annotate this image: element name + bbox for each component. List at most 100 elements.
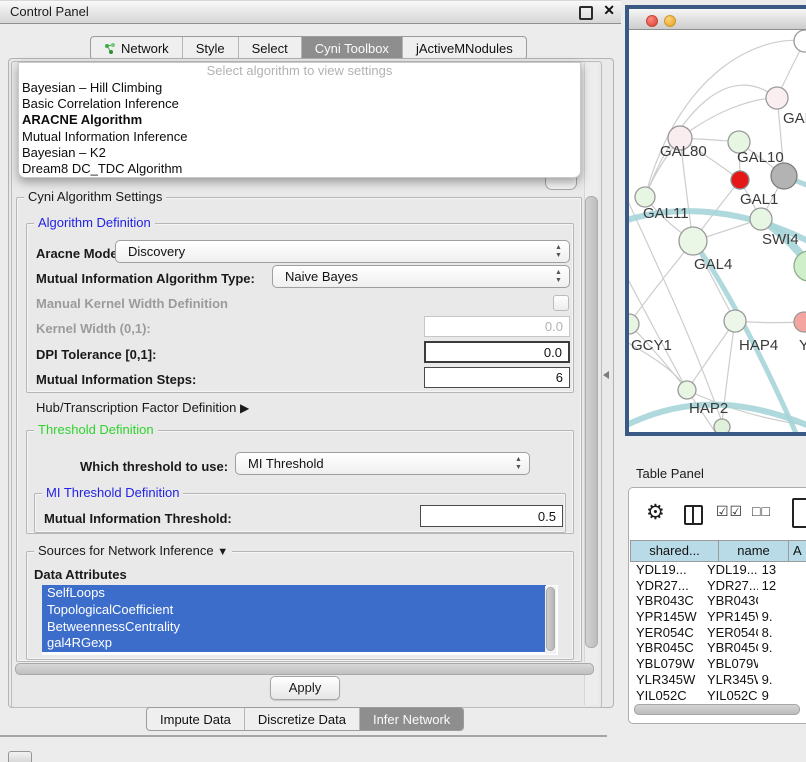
close-icon[interactable]: ✕ (603, 2, 615, 19)
document-icon[interactable] (792, 498, 806, 528)
column-header[interactable]: name (718, 540, 788, 562)
aracne-mode-combo[interactable]: Discovery ▲▼ (115, 240, 570, 263)
mi-steps-field[interactable]: 6 (424, 367, 570, 388)
tab-impute-data[interactable]: Impute Data (147, 708, 245, 730)
tab-network[interactable]: Network (91, 37, 183, 59)
unchecked-boxes-icon[interactable]: □□ (752, 503, 771, 519)
attribute-item[interactable]: BetweennessCentrality (42, 619, 546, 636)
tab-discretize-data[interactable]: Discretize Data (245, 708, 360, 730)
node-label-GAL11: GAL11 (643, 205, 689, 222)
attribute-item[interactable]: TopologicalCoefficient (42, 602, 546, 619)
network-edge[interactable] (687, 321, 735, 390)
minimize-light-icon[interactable] (664, 15, 676, 27)
table-row[interactable]: YIL052CYIL052C9 (630, 688, 806, 703)
hub-definition-label: Hub/Transcription Factor Definition (36, 400, 236, 415)
node-SWI4[interactable] (794, 251, 806, 281)
table-hscrollbar-thumb[interactable] (634, 704, 800, 715)
attribute-item[interactable]: SelfLoops (42, 585, 546, 602)
close-light-icon[interactable] (646, 15, 658, 27)
table-row[interactable]: YER054CYER054C8. (630, 625, 806, 641)
popup-prompt: Select algorithm to view settings (19, 63, 580, 80)
mi-type-combo[interactable]: Naive Bayes ▲▼ (272, 265, 570, 288)
bottom-corner-button[interactable] (8, 751, 32, 762)
table-row[interactable]: YLR345WYLR345W9. (630, 672, 806, 688)
columns-icon[interactable] (684, 505, 703, 525)
node-red[interactable] (731, 171, 749, 189)
node-label-GAL4: GAL4 (694, 256, 732, 273)
which-threshold-combo[interactable]: MI Threshold ▲▼ (235, 452, 530, 475)
table-cell: YBR043C (701, 593, 758, 609)
network-edge[interactable] (629, 241, 693, 324)
mi-threshold-field[interactable]: 0.5 (420, 505, 563, 527)
table-row[interactable]: YBR045CYBR045C9. (630, 640, 806, 656)
mi-steps-label: Mutual Information Steps: (36, 372, 196, 387)
tab-select[interactable]: Select (239, 37, 302, 59)
node-GAL4[interactable] (679, 227, 707, 255)
float-window-icon[interactable] (579, 6, 593, 20)
node-GAL1[interactable] (750, 208, 772, 230)
network-graph[interactable]: GALGAL80GAL10GAL1GAL11SWI4GAL4GCY1HAP4YH… (629, 30, 806, 432)
node-GAL11[interactable] (635, 187, 655, 207)
algorithm-option[interactable]: Mutual Information Inference (19, 129, 580, 145)
settings-hscrollbar-thumb[interactable] (15, 663, 594, 675)
pane-divider-arrow[interactable] (603, 371, 609, 379)
table-row[interactable]: YBR043CYBR043C (630, 593, 806, 609)
kernel-width-field: 0.0 (424, 316, 570, 337)
hub-definition-toggle[interactable]: Hub/Transcription Factor Definition ▶ (36, 400, 249, 415)
network-edge[interactable] (680, 98, 777, 138)
node-HAP4[interactable] (724, 310, 746, 332)
table-row[interactable]: YDL19...YDL19...13 (630, 562, 806, 578)
node-top[interactable] (794, 30, 806, 52)
attributes-scrollbar[interactable] (545, 586, 556, 654)
tab-label: jActiveMNodules (416, 41, 513, 56)
tab-cyni-toolbox[interactable]: Cyni Toolbox (302, 37, 403, 59)
table-cell: YPR145W (630, 609, 701, 625)
apply-button[interactable]: Apply (270, 676, 340, 700)
table-cell: YLR345W (630, 672, 701, 688)
stepper-arrows-icon: ▲▼ (554, 269, 563, 285)
sources-title[interactable]: Sources for Network Inference ▼ (34, 544, 232, 559)
table-cell: YLR345W (701, 672, 758, 688)
data-attributes-list[interactable]: SelfLoopsTopologicalCoefficientBetweenne… (42, 585, 558, 655)
algorithm-option[interactable]: Basic Correlation Inference (19, 96, 580, 112)
column-header[interactable]: A (788, 540, 806, 562)
table-row[interactable]: YBL079WYBL079W (630, 656, 806, 672)
network-edge[interactable] (629, 190, 722, 422)
algorithm-dropdown-popup: Select algorithm to view settingsBayesia… (18, 62, 581, 178)
tab-jactivemnodules[interactable]: jActiveMNodules (403, 37, 526, 59)
node-pink-top[interactable] (766, 87, 788, 109)
gear-icon[interactable]: ⚙ (646, 500, 665, 525)
algorithm-option[interactable]: ARACNE Algorithm (19, 112, 580, 128)
node-gray[interactable] (771, 163, 797, 189)
tab-infer-network[interactable]: Infer Network (360, 708, 463, 730)
algorithm-option[interactable]: Dream8 DC_TDC Algorithm (19, 161, 580, 177)
top-tab-strip: NetworkStyleSelect Cyni Toolbox jActiveMNo… (90, 36, 527, 60)
control-panel-tabbar: NetworkStyleSelect Cyni Toolbox jActiveMNo… (90, 36, 527, 60)
algorithm-option[interactable]: Bayesian – K2 (19, 145, 580, 161)
attributes-scrollbar-thumb[interactable] (546, 587, 555, 651)
network-edge[interactable] (629, 324, 687, 390)
node-salmon[interactable] (794, 312, 806, 332)
node-GCY1[interactable] (629, 314, 639, 334)
dpi-tolerance-field[interactable]: 0.0 (424, 341, 570, 363)
panel-bottom-divider (0, 735, 607, 737)
network-window-titlebar[interactable] (629, 9, 806, 30)
table-row[interactable]: YPR145WYPR145W9. (630, 609, 806, 625)
manual-kernel-checkbox[interactable] (553, 295, 569, 311)
zoom-light-icon[interactable] (682, 15, 694, 27)
node-bottom[interactable] (714, 419, 730, 432)
network-canvas[interactable]: GALGAL80GAL10GAL1GAL11SWI4GAL4GCY1HAP4YH… (629, 30, 806, 432)
column-header[interactable]: shared... (630, 540, 718, 562)
tab-label: Cyni Toolbox (315, 41, 389, 56)
settings-vscrollbar-thumb[interactable] (585, 196, 598, 648)
network-view-window[interactable]: GALGAL80GAL10GAL1GAL11SWI4GAL4GCY1HAP4YH… (625, 5, 806, 436)
attribute-item[interactable]: gal4RGexp (42, 635, 546, 652)
table-hscrollbar[interactable] (632, 703, 804, 715)
tab-style[interactable]: Style (183, 37, 239, 59)
table-cell: YBL079W (630, 656, 701, 672)
table-row[interactable]: YDR27...YDR27...12 (630, 578, 806, 594)
node-HAP2[interactable] (678, 381, 696, 399)
table-cell: YBR043C (630, 593, 701, 609)
checked-boxes-icon[interactable]: ☑☑ (716, 503, 743, 520)
algorithm-option[interactable]: Bayesian – Hill Climbing (19, 80, 580, 96)
